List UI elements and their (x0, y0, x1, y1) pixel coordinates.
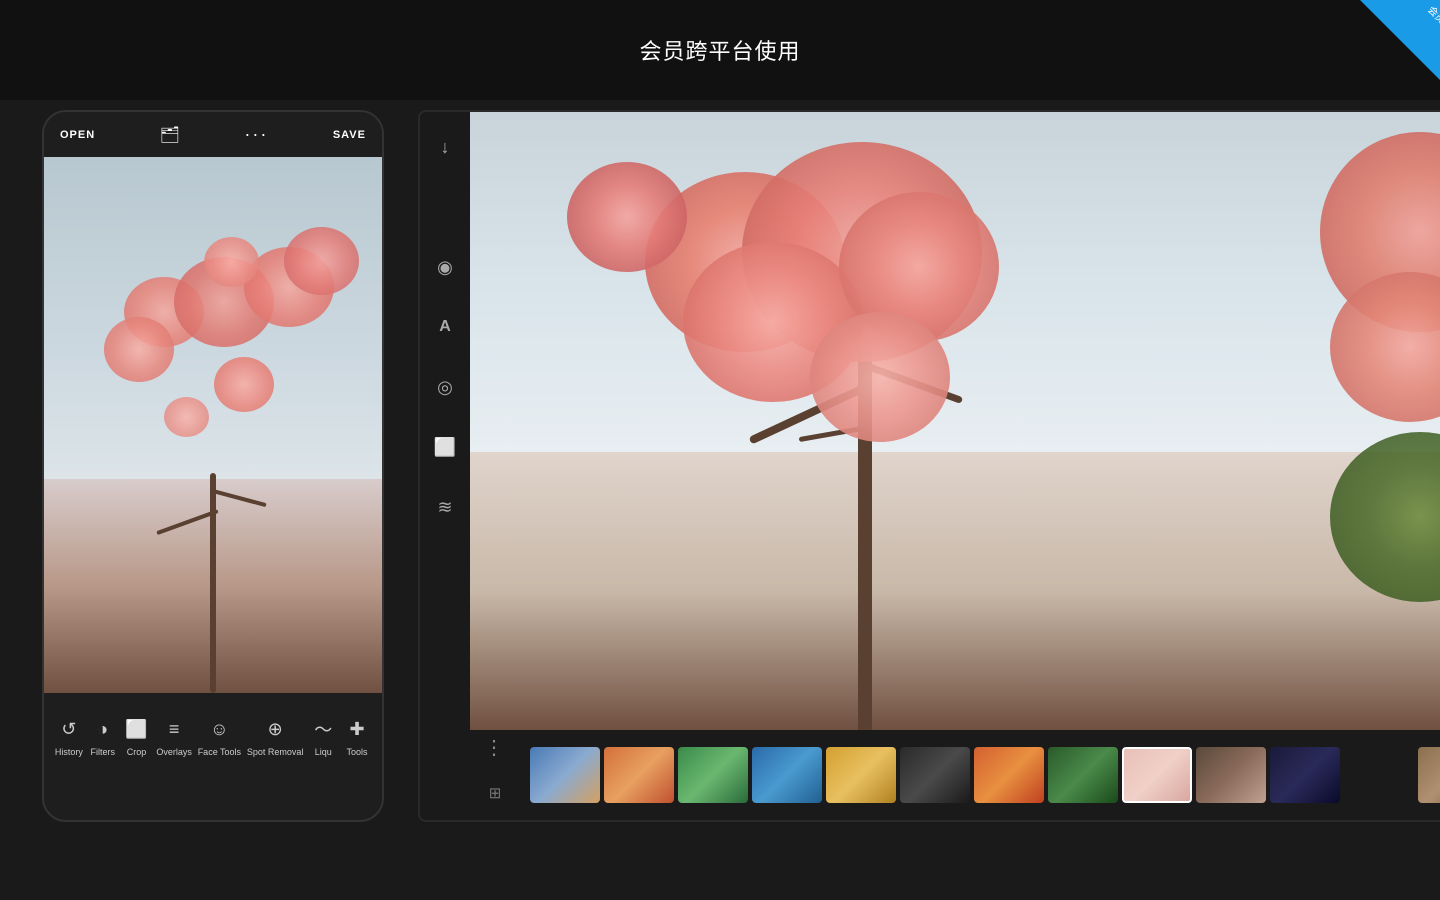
tool-tools[interactable]: ✚ Tools (343, 715, 371, 757)
phone-toolbar: OPEN 🗂 ··· SAVE (44, 112, 382, 157)
thumbnail-3[interactable] (678, 747, 748, 803)
phone-bottom-bar: ↺ History ◑ Filters ⬜ Crop ≡ Overlays ☺ … (44, 693, 382, 783)
crop-sidebar-icon[interactable]: ⬜ (430, 432, 460, 462)
phone-mockup: OPEN 🗂 ··· SAVE ↺ History ◑ Filters (42, 110, 384, 822)
history-icon: ↺ (55, 715, 83, 743)
mask-icon[interactable]: ◎ (430, 372, 460, 402)
tablet-sidebar: ↓ ◉ A ◎ ⬜ ≋ (420, 112, 470, 820)
tablet-mockup: ↓ ◉ A ◎ ⬜ ≋ ⋮ ⊞ (418, 110, 1440, 822)
tool-liqu[interactable]: 〜 Liqu (309, 715, 337, 757)
liqu-icon: 〜 (309, 715, 337, 743)
more-options-icon[interactable]: ··· (244, 124, 268, 145)
face-tools-icon: ☺ (205, 715, 233, 743)
spot-removal-label: Spot Removal (247, 747, 304, 757)
crop-label: Crop (127, 747, 147, 757)
top-banner: 会员跨平台使用 (0, 0, 1440, 100)
thumbnail-strip (530, 745, 1440, 805)
overlays-label: Overlays (156, 747, 192, 757)
thumbnail-5[interactable] (826, 747, 896, 803)
download-icon[interactable]: ↓ (430, 132, 460, 162)
tablet-blossom-5 (810, 312, 950, 442)
thumbnail-8[interactable] (1048, 747, 1118, 803)
tablet-blossom-6 (567, 162, 687, 272)
corner-badge-text: 会员 (1425, 2, 1440, 27)
tool-filters[interactable]: ◑ Filters (89, 715, 117, 757)
thumbnail-6[interactable] (900, 747, 970, 803)
text-icon[interactable]: A (430, 312, 460, 342)
tool-overlays[interactable]: ≡ Overlays (156, 715, 192, 757)
filters-label: Filters (90, 747, 115, 757)
blossom-8 (284, 227, 359, 295)
gallery-icon[interactable]: ⊞ (470, 784, 520, 802)
overlays-icon: ≡ (160, 715, 188, 743)
clipboard-icon[interactable]: 🗂 (160, 125, 180, 145)
save-button[interactable]: SAVE (333, 129, 366, 141)
tools-icon: ✚ (343, 715, 371, 743)
crop-icon: ⬜ (123, 715, 151, 743)
thumbnail-12[interactable] (1344, 747, 1414, 803)
thumbnail-10[interactable] (1196, 747, 1266, 803)
tablet-main-image (470, 112, 1440, 730)
blossom-3 (104, 317, 174, 382)
liqu-label: Liqu (315, 747, 332, 757)
tool-crop[interactable]: ⬜ Crop (123, 715, 151, 757)
thumbnail-9-active[interactable] (1122, 747, 1192, 803)
thumbnail-13[interactable] (1418, 747, 1440, 803)
filters-icon: ◑ (89, 715, 117, 743)
tool-face[interactable]: ☺ Face Tools (198, 715, 241, 757)
filter-icon[interactable]: ◉ (430, 252, 460, 282)
app-title: 会员跨平台使用 (639, 34, 800, 66)
blossom-5 (214, 357, 274, 412)
tool-spot[interactable]: ⊕ Spot Removal (247, 715, 304, 757)
tool-history[interactable]: ↺ History (55, 715, 83, 757)
spot-removal-icon: ⊕ (261, 715, 289, 743)
open-button[interactable]: OPEN (60, 129, 95, 141)
ground-background (470, 452, 1440, 730)
face-tools-label: Face Tools (198, 747, 241, 757)
blossom-7 (164, 397, 209, 437)
thumbnail-7[interactable] (974, 747, 1044, 803)
thumbnail-11[interactable] (1270, 747, 1340, 803)
history-label: History (55, 747, 83, 757)
thumbnail-4[interactable] (752, 747, 822, 803)
thumbnail-1[interactable] (530, 747, 600, 803)
layers-icon[interactable]: ≋ (430, 492, 460, 522)
thumbnail-2[interactable] (604, 747, 674, 803)
more-options-button[interactable]: ⋮ (484, 735, 504, 760)
phone-main-image (44, 157, 382, 693)
blossom-6 (204, 237, 259, 287)
tree-trunk (210, 473, 216, 693)
tools-label: Tools (347, 747, 368, 757)
tablet-bottom-bar: ⋮ ⊞ (470, 730, 1440, 820)
